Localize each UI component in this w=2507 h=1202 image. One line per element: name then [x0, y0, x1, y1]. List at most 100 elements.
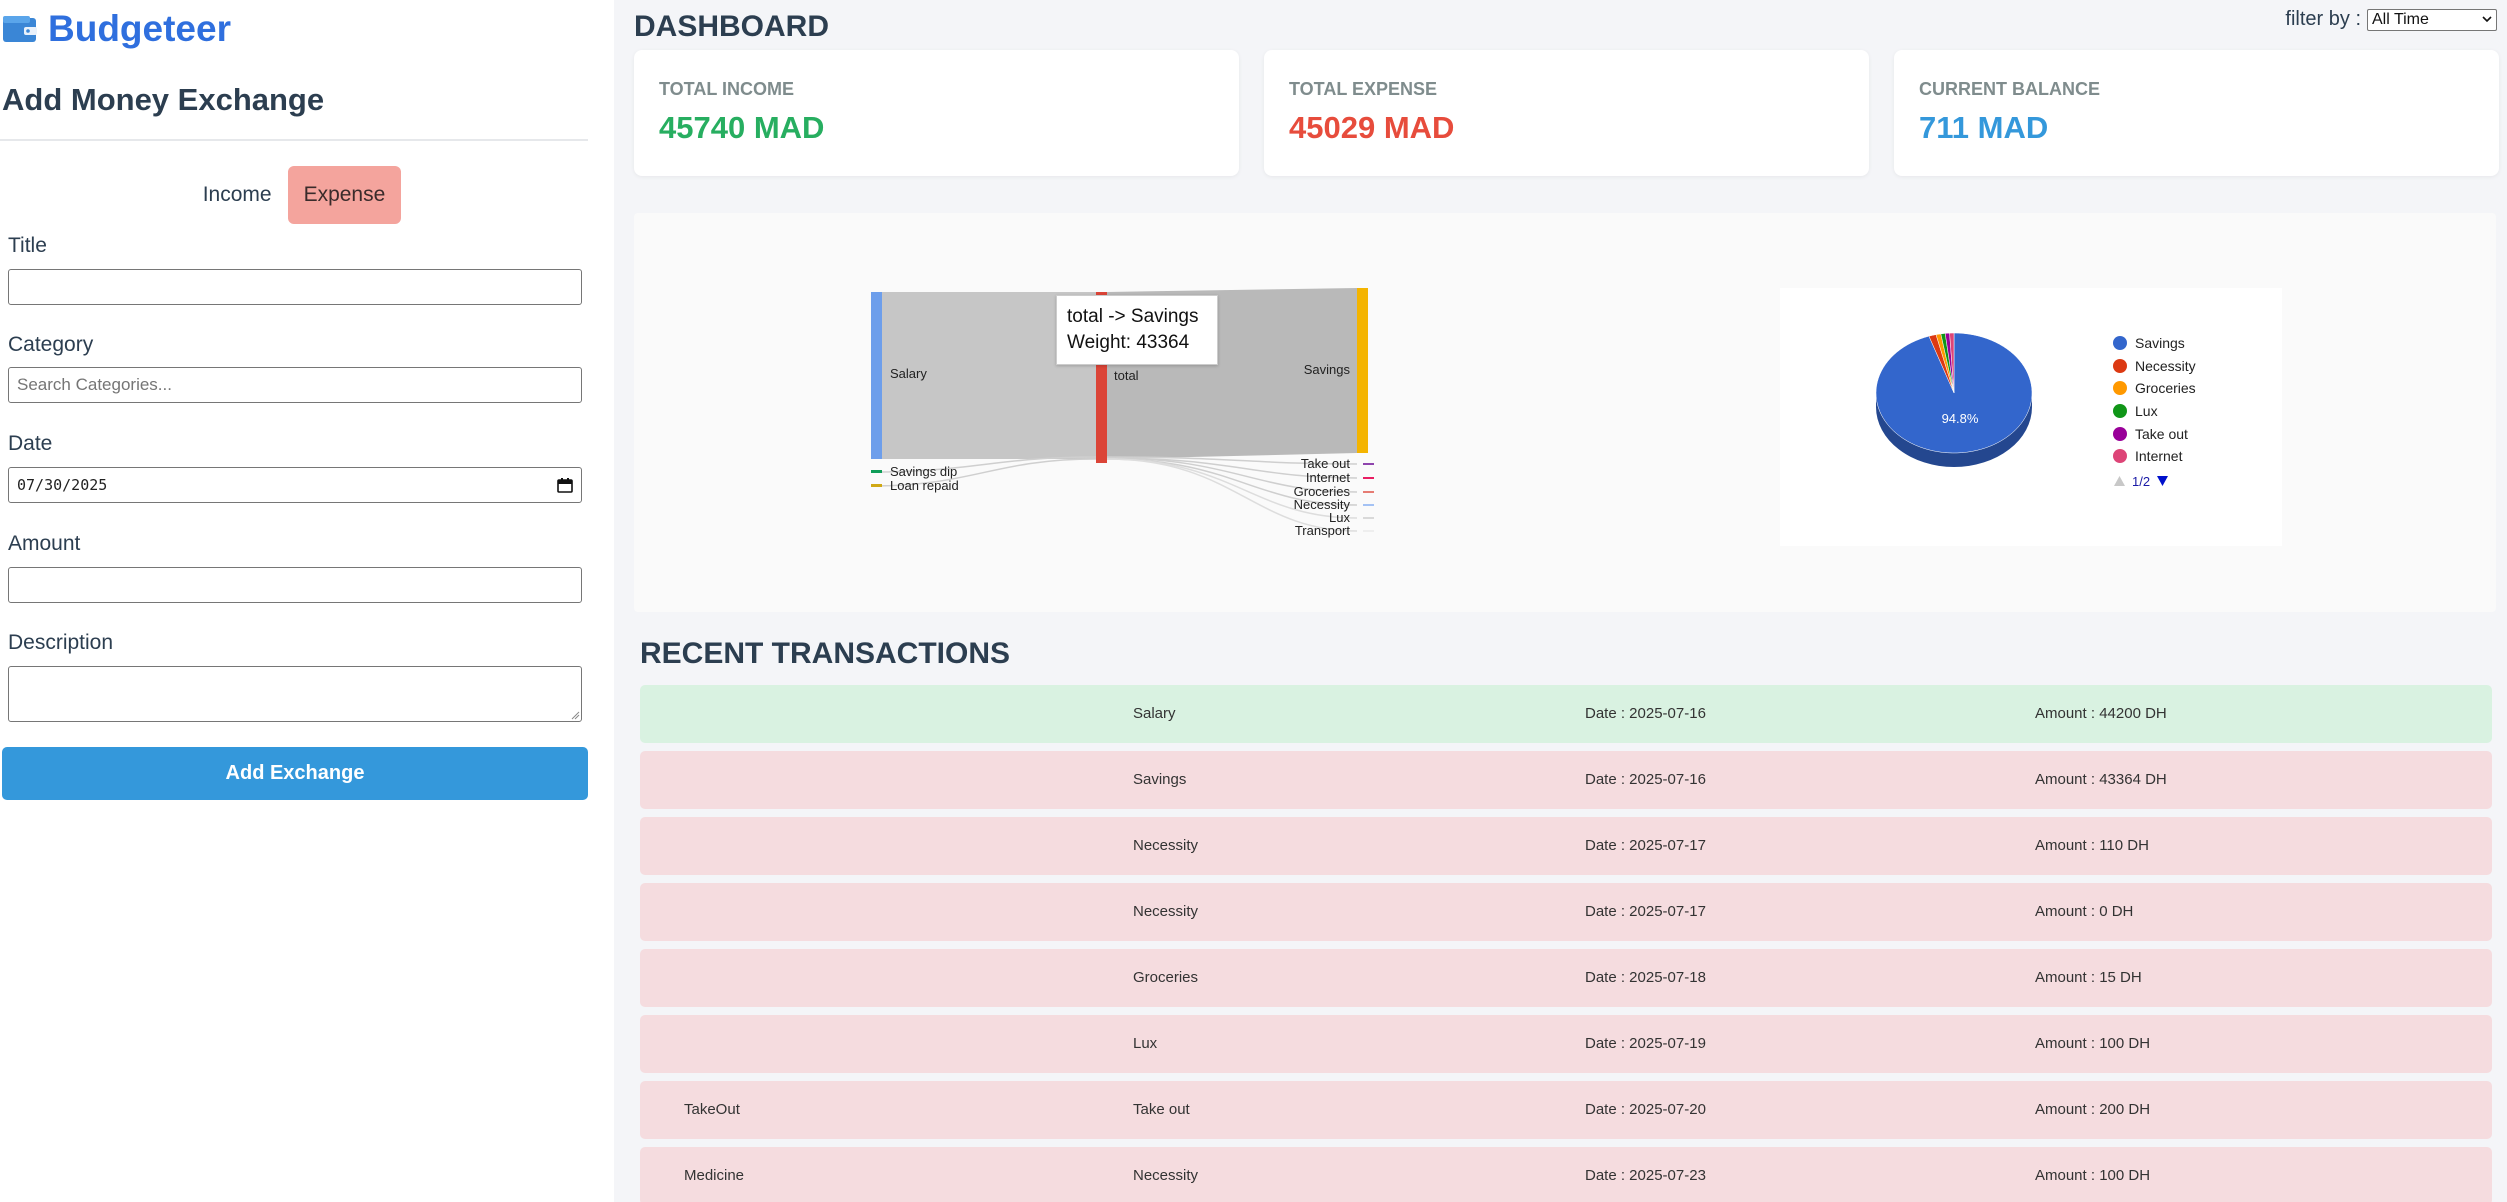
add-exchange-sidebar: Budgeteer Add Money Exchange Income Expe… — [0, 0, 614, 1202]
transaction-amount: Amount : 110 DH — [2035, 837, 2149, 854]
legend-label: Groceries — [2135, 380, 2196, 397]
transaction-date: Date : 2025-07-20 — [1585, 1101, 1706, 1118]
income-toggle-button[interactable]: Income — [187, 166, 288, 224]
expense-pie-chart: 94.8% — [1875, 333, 2033, 467]
node-transport[interactable] — [1363, 530, 1374, 532]
total-expense-value: 45029 MAD — [1289, 110, 1455, 145]
transaction-row[interactable]: Necessity Date : 2025-07-17 Amount : 110 D… — [640, 817, 2492, 875]
charts-panel: Salary Savings dip Loan repaid total Sav… — [634, 213, 2496, 612]
amount-input[interactable] — [8, 567, 582, 603]
legend-dot — [2113, 404, 2127, 419]
legend-label: Take out — [2135, 425, 2188, 442]
legend-label: Lux — [2135, 403, 2158, 420]
card-label: CURRENT BALANCE — [1919, 79, 2100, 99]
legend-prev-icon[interactable] — [2113, 475, 2126, 487]
legend-item[interactable]: Internet — [2113, 445, 2196, 468]
amount-label: Amount — [8, 532, 81, 555]
label-loan-repaid: Loan repaid — [890, 478, 959, 493]
card-label: TOTAL INCOME — [659, 79, 794, 99]
transaction-row[interactable]: Groceries Date : 2025-07-18 Amount : 15 DH — [640, 949, 2492, 1007]
exchange-type-toggle: Income Expense — [0, 166, 588, 224]
category-search-input[interactable] — [8, 367, 582, 403]
dashboard-main: DASHBOARD filter by : All Time TOTAL INC… — [614, 0, 2507, 1202]
date-label: Date — [8, 432, 53, 455]
total-income-card: TOTAL INCOME 45740 MAD — [634, 50, 1239, 176]
dashboard-title: DASHBOARD — [634, 10, 829, 43]
legend-dot — [2113, 426, 2127, 441]
transaction-date: Date : 2025-07-16 — [1585, 705, 1706, 722]
node-necessity[interactable] — [1363, 504, 1374, 506]
transaction-date: Date : 2025-07-23 — [1585, 1167, 1706, 1184]
legend-dot — [2113, 336, 2127, 351]
legend-next-icon[interactable] — [2156, 475, 2169, 487]
node-internet[interactable] — [1363, 477, 1374, 479]
transaction-date: Date : 2025-07-16 — [1585, 771, 1706, 788]
filter-select[interactable]: All Time — [2367, 8, 2497, 31]
transaction-date: Date : 2025-07-19 — [1585, 1035, 1706, 1052]
node-savings-dip[interactable] — [871, 470, 882, 473]
transaction-row[interactable]: TakeOut Take out Date : 2025-07-20 Amount :… — [640, 1081, 2492, 1139]
label-transport: Transport — [1295, 523, 1351, 538]
transaction-row[interactable]: Medicine Necessity Date : 2025-07-23 Amount… — [640, 1147, 2492, 1202]
transaction-amount: Amount : 100 DH — [2035, 1035, 2151, 1052]
transaction-row[interactable]: Lux Date : 2025-07-19 Amount : 100 DH — [640, 1015, 2492, 1073]
transaction-row[interactable]: Salary Date : 2025-07-16 Amount : 44200 DH — [640, 685, 2492, 743]
label-savings: Savings — [1304, 362, 1351, 377]
transaction-category: Necessity — [1133, 837, 1199, 854]
recent-transactions-title: RECENT TRANSACTIONS — [640, 637, 1011, 670]
node-lux[interactable] — [1363, 517, 1374, 519]
date-input[interactable]: 07/30/2025 — [8, 467, 582, 503]
sankey-chart: Salary Savings dip Loan repaid total Sav… — [870, 288, 1374, 538]
filter-selected-value: All Time — [2372, 10, 2429, 28]
total-expense-card: TOTAL EXPENSE 45029 MAD — [1264, 50, 1869, 176]
legend-item[interactable]: Savings — [2113, 332, 2196, 355]
legend-item[interactable]: Lux — [2113, 400, 2196, 423]
expense-toggle-button[interactable]: Expense — [287, 166, 402, 224]
transaction-category: Savings — [1133, 771, 1187, 788]
label-internet: Internet — [1306, 470, 1350, 485]
transaction-category: Necessity — [1133, 1167, 1199, 1184]
node-loan-repaid[interactable] — [871, 484, 882, 487]
tooltip-link: total -> Savings — [1067, 306, 1199, 327]
sankey-tooltip: total -> Savings Weight: 43364 — [1056, 295, 1218, 365]
legend-item[interactable]: Groceries — [2113, 377, 2196, 400]
legend-dot — [2113, 449, 2127, 464]
title-input[interactable] — [8, 269, 582, 305]
node-savings[interactable] — [1357, 288, 1368, 453]
transaction-amount: Amount : 44200 DH — [2035, 705, 2167, 722]
node-groceries[interactable] — [1363, 491, 1374, 493]
pie-legend: Savings Necessity Groceries Lux Take out… — [2113, 332, 2196, 489]
transaction-row[interactable]: Savings Date : 2025-07-16 Amount : 43364 D… — [640, 751, 2492, 809]
resize-handle-icon[interactable] — [570, 710, 580, 720]
label-take-out: Take out — [1301, 456, 1351, 471]
node-take-out[interactable] — [1363, 463, 1374, 465]
legend-item[interactable]: Take out — [2113, 422, 2196, 445]
description-textarea[interactable] — [8, 666, 582, 722]
legend-page-indicator: 1/2 — [2132, 473, 2151, 489]
chevron-down-icon — [2482, 16, 2492, 23]
legend-dot — [2113, 358, 2127, 373]
add-exchange-button[interactable]: Add Exchange — [2, 747, 588, 800]
transaction-description: Medicine — [684, 1167, 745, 1184]
label-salary: Salary — [890, 366, 927, 381]
transaction-amount: Amount : 0 DH — [2035, 903, 2134, 920]
title-label: Title — [8, 234, 47, 257]
transaction-date: Date : 2025-07-17 — [1585, 903, 1706, 920]
transaction-row[interactable]: Necessity Date : 2025-07-17 Amount : 0 DH — [640, 883, 2492, 941]
divider — [0, 139, 588, 141]
calendar-icon[interactable] — [557, 477, 573, 493]
label-savings-dip: Savings dip — [890, 464, 957, 479]
transaction-description: TakeOut — [684, 1101, 740, 1118]
category-label: Category — [8, 333, 94, 356]
description-label: Description — [8, 631, 114, 654]
node-salary[interactable] — [871, 292, 882, 459]
transaction-amount: Amount : 15 DH — [2035, 969, 2142, 986]
transaction-date: Date : 2025-07-17 — [1585, 837, 1706, 854]
tooltip-weight: Weight: 43364 — [1067, 332, 1190, 353]
current-balance-card: CURRENT BALANCE 711 MAD — [1894, 50, 2499, 176]
transaction-category: Necessity — [1133, 903, 1199, 920]
date-value: 07/30/2025 — [17, 476, 108, 494]
brand[interactable]: Budgeteer — [2, 8, 231, 50]
legend-item[interactable]: Necessity — [2113, 355, 2196, 378]
pie-slice-label: 94.8% — [1942, 411, 1979, 426]
